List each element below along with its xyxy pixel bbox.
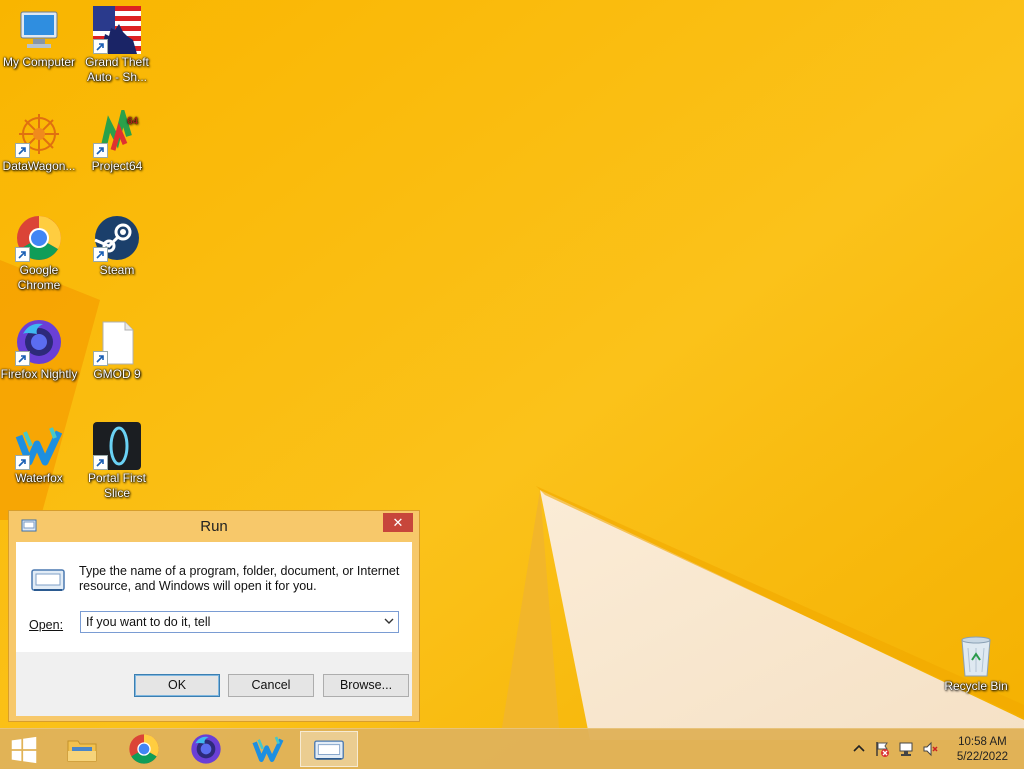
ok-button[interactable]: OK (134, 674, 220, 697)
desktop-icon-google-chrome[interactable]: Google Chrome (0, 214, 78, 293)
browse-button[interactable]: Browse... (323, 674, 409, 697)
desktop-icon-project64[interactable]: 64 Project64 (78, 110, 156, 174)
desktop-icon-label: My Computer (2, 55, 76, 69)
waterfox-icon (15, 422, 63, 470)
desktop-icon-datawagon[interactable]: DataWagon... (0, 110, 78, 174)
folder-icon (67, 740, 97, 762)
chevron-down-icon[interactable] (384, 616, 394, 626)
run-description: Type the name of a program, folder, docu… (79, 564, 400, 593)
desktop-icon-portal-first-slice[interactable]: Portal First Slice (78, 422, 156, 501)
desktop-icon-my-computer[interactable]: My Computer (0, 6, 78, 70)
desktop-icon-label: Grand Theft Auto - Sh... (85, 55, 149, 84)
run-title: Run (200, 518, 228, 535)
close-button[interactable]: ✕ (383, 513, 413, 532)
datawagon-icon (15, 110, 63, 158)
open-label-text: Open: (29, 618, 64, 632)
computer-icon (15, 6, 63, 54)
shortcut-arrow-icon (15, 247, 30, 262)
open-combobox[interactable] (80, 611, 399, 633)
portal-icon (93, 422, 141, 470)
open-input[interactable] (81, 612, 376, 632)
desktop-icon-label: DataWagon... (2, 159, 76, 173)
desktop-icon-grand-theft-auto[interactable]: Grand Theft Auto - Sh... (78, 6, 156, 85)
shortcut-arrow-icon (93, 39, 108, 54)
chrome-icon (15, 214, 63, 262)
taskbar: 10:58 AM 5/22/2022 (0, 728, 1024, 769)
firefox-nightly-icon (15, 318, 63, 366)
show-hidden-icons-icon[interactable] (851, 741, 867, 757)
shortcut-arrow-icon (93, 143, 108, 158)
run-titlebar[interactable]: Run ✕ (9, 511, 419, 541)
waterfox-icon (252, 736, 284, 762)
run-program-icon (314, 740, 344, 760)
desktop-icon-label: Portal First Slice (87, 471, 146, 500)
shortcut-arrow-icon (93, 455, 108, 470)
cancel-button[interactable]: Cancel (228, 674, 314, 697)
clock-time: 10:58 AM (958, 736, 1007, 748)
desktop-icon-label: Firefox Nightly (0, 367, 78, 381)
close-icon: ✕ (392, 515, 404, 530)
shortcut-arrow-icon (93, 351, 108, 366)
taskbar-run[interactable] (300, 731, 358, 767)
desktop-icon-label: Waterfox (15, 471, 63, 485)
firefox-nightly-icon (191, 734, 221, 764)
desktop-icon-recycle-bin[interactable]: Recycle Bin (937, 630, 1015, 694)
desktop-icon-label: Steam (99, 263, 135, 277)
desktop-icon-gmod-9[interactable]: GMOD 9 (78, 318, 156, 382)
taskbar-google-chrome[interactable] (116, 731, 172, 767)
chrome-icon (129, 734, 159, 764)
desktop-icon-label: Google Chrome (17, 263, 61, 292)
desktop-icon-steam[interactable]: Steam (78, 214, 156, 278)
shortcut-arrow-icon (15, 455, 30, 470)
desktop-icon-firefox-nightly[interactable]: Firefox Nightly (0, 318, 78, 382)
open-label: Open: (29, 618, 63, 632)
volume-muted-icon[interactable] (922, 741, 938, 757)
recycle-bin-icon (952, 630, 1000, 678)
desktop-icon-waterfox[interactable]: Waterfox (0, 422, 78, 486)
desktop-icon-label: Recycle Bin (944, 679, 1008, 693)
shortcut-arrow-icon (15, 143, 30, 158)
steam-icon (93, 214, 141, 262)
desktop-icon-label: Project64 (91, 159, 143, 173)
run-program-icon (31, 569, 65, 591)
desktop-icon-label: GMOD 9 (93, 367, 141, 381)
clock-date: 5/22/2022 (956, 751, 1008, 763)
blank-file-icon (93, 318, 141, 366)
network-icon[interactable] (898, 741, 914, 757)
project64-icon: 64 (93, 110, 141, 158)
shortcut-arrow-icon (93, 247, 108, 262)
gta-flag-icon (93, 6, 141, 54)
svg-text:64: 64 (127, 116, 139, 127)
shortcut-arrow-icon (15, 351, 30, 366)
run-dialog: Run ✕ Type the name of a program, folder… (8, 510, 420, 722)
taskbar-firefox-nightly[interactable] (178, 731, 234, 767)
windows-logo-icon (11, 736, 37, 764)
run-body: Type the name of a program, folder, docu… (16, 542, 412, 716)
taskbar-waterfox[interactable] (240, 731, 296, 767)
start-button[interactable] (0, 731, 56, 767)
taskbar-file-explorer[interactable] (54, 731, 110, 767)
action-center-flag-icon[interactable] (874, 741, 890, 757)
taskbar-clock[interactable]: 10:58 AM 5/22/2022 (957, 735, 1008, 765)
